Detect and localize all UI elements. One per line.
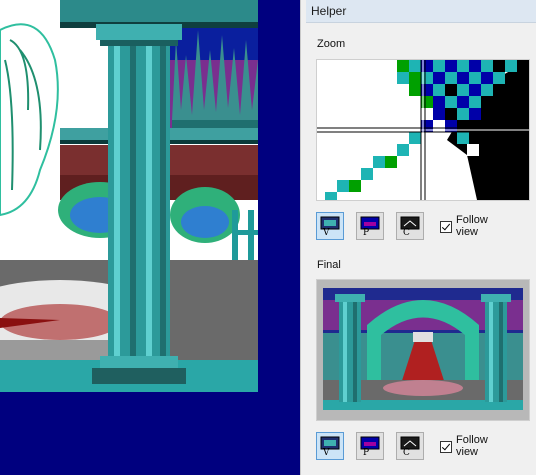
- helper-titlebar: Helper: [306, 0, 536, 23]
- zoom-pixels: [317, 60, 529, 200]
- final-visual-button[interactable]: V: [316, 432, 344, 460]
- zoom-tool-row: V P C Follow view: [316, 212, 531, 242]
- zoom-label: Zoom: [317, 38, 346, 50]
- zoom-follow-checkbox[interactable]: [440, 221, 452, 233]
- final-preview: [317, 280, 529, 420]
- zoom-control-button[interactable]: C: [396, 212, 424, 240]
- final-priority-button[interactable]: P: [356, 432, 384, 460]
- final-control-button[interactable]: C: [396, 432, 424, 460]
- picture-canvas[interactable]: [0, 0, 300, 475]
- zoom-follow-label: Follow view: [456, 214, 488, 238]
- final-tool-row: V P C Follow view: [316, 432, 531, 462]
- helper-title: Helper: [311, 4, 347, 18]
- final-follow-label: Follow view: [456, 434, 488, 458]
- helper-panel: Helper Zoom V P C Follow view Final V P …: [306, 0, 536, 475]
- zoom-priority-button[interactable]: P: [356, 212, 384, 240]
- final-view[interactable]: [316, 279, 530, 421]
- zoom-visual-button[interactable]: V: [316, 212, 344, 240]
- zoom-view[interactable]: [316, 59, 530, 201]
- scene-picture: [0, 0, 258, 392]
- final-follow-checkbox[interactable]: [440, 441, 452, 453]
- final-label: Final: [317, 259, 341, 271]
